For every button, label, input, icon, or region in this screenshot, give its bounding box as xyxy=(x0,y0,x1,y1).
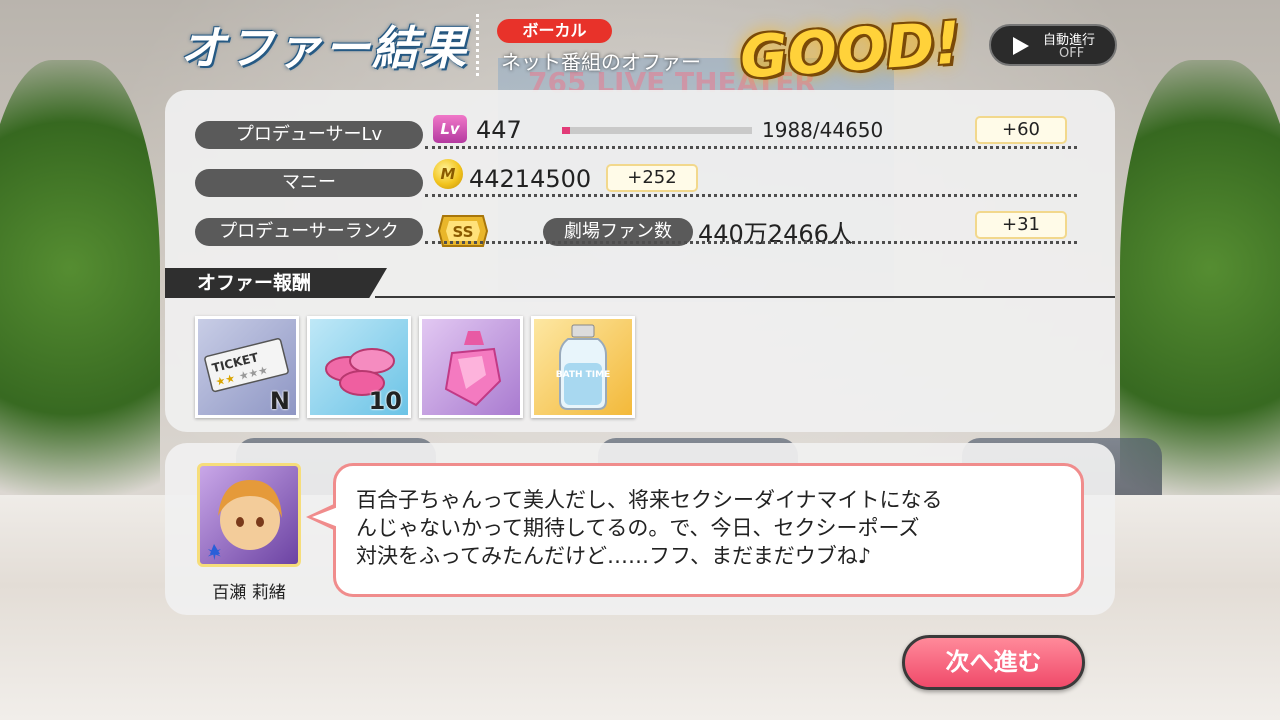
level-progress-fill xyxy=(562,127,571,134)
producer-lv-label: プロデューサーLv xyxy=(195,121,423,149)
next-button[interactable]: 次へ進む xyxy=(902,635,1085,690)
theater-fans-gain: +31 xyxy=(975,211,1067,239)
ticket-rarity-badge: N xyxy=(269,387,290,415)
reward-ticket[interactable]: TICKET ★★ ★★★ N xyxy=(195,316,299,418)
category-badge: ボーカル xyxy=(497,19,612,43)
reward-quantity: 10 xyxy=(368,387,402,415)
rewards-header: オファー報酬 xyxy=(165,268,387,298)
character-avatar[interactable]: ✶ xyxy=(197,463,301,567)
speech-bubble-tail-inner xyxy=(312,507,338,527)
page-title: オファー結果 xyxy=(180,21,468,75)
rank-ss-icon: SS xyxy=(437,215,489,247)
rank-text: SS xyxy=(453,223,474,241)
dialogue-text: 百合子ちゃんって美人だし、将来セクシーダイナマイトになる んじゃないかって期待し… xyxy=(356,486,1066,570)
reward-candy-coins[interactable]: 10 xyxy=(307,316,411,418)
character-name: 百瀬 莉緒 xyxy=(212,583,286,603)
row-divider xyxy=(425,146,1077,149)
producer-lv-value: 447 xyxy=(476,116,522,144)
rewards-header-line xyxy=(375,296,1115,298)
bath-salt-label: BATH TIME xyxy=(556,370,611,380)
row-divider xyxy=(425,194,1077,197)
money-label: マニー xyxy=(195,169,423,197)
character-portrait: ✶ xyxy=(206,480,282,564)
dialogue-line: んじゃないかって期待してるの。で、今日、セクシーポーズ xyxy=(356,516,920,540)
money-value: 44214500 xyxy=(469,165,592,193)
row-divider xyxy=(425,241,1077,244)
title-divider xyxy=(476,14,479,76)
auto-advance-state: OFF xyxy=(1059,46,1085,61)
money-coin-icon: M xyxy=(433,159,463,189)
producer-rank-label: プロデューサーランク xyxy=(195,218,423,246)
play-icon xyxy=(1013,37,1029,55)
dialogue-line: 対決をふってみたんだけど……フフ、まだまだウブね♪ xyxy=(356,544,872,568)
reward-perfume-bottle[interactable] xyxy=(419,316,523,418)
level-icon: Lv xyxy=(433,115,467,143)
level-progress-text: 1988/44650 xyxy=(762,118,884,142)
money-gain: +252 xyxy=(606,164,698,192)
reward-bath-salt[interactable]: BATH TIME xyxy=(531,316,635,418)
offer-name: ネット番組のオファー xyxy=(501,50,701,74)
auto-advance-toggle[interactable]: 自動進行 OFF xyxy=(989,24,1117,66)
level-progress-bar xyxy=(562,127,752,134)
svg-text:✶: ✶ xyxy=(206,541,223,564)
perfume-bottle-icon xyxy=(444,331,502,407)
dialogue-line: 百合子ちゃんって美人だし、将来セクシーダイナマイトになる xyxy=(356,488,943,512)
bath-salt-icon: BATH TIME xyxy=(556,324,611,410)
producer-lv-gain: +60 xyxy=(975,116,1067,144)
